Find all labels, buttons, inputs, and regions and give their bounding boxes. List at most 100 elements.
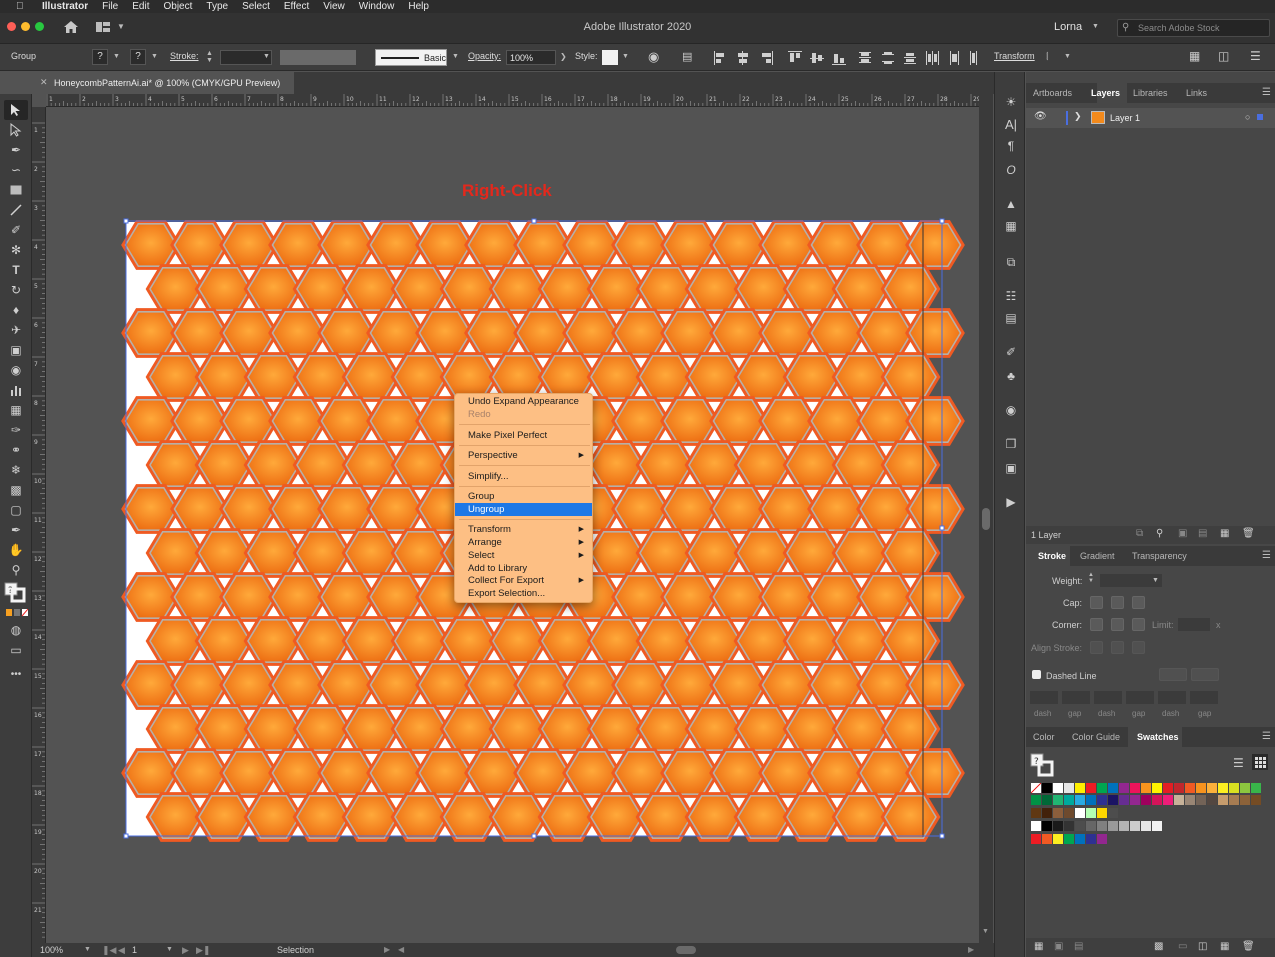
mesh-tool-icon[interactable]: ▦ bbox=[8, 402, 24, 418]
miter-join-button[interactable] bbox=[1090, 618, 1103, 631]
selection-handle-tr[interactable] bbox=[939, 218, 945, 224]
round-cap-button[interactable] bbox=[1111, 596, 1124, 609]
swatch[interactable] bbox=[1053, 783, 1063, 793]
swatch[interactable] bbox=[1108, 808, 1118, 818]
color-themes-panel-icon[interactable]: ◉ bbox=[1003, 402, 1019, 418]
swatch[interactable] bbox=[1031, 783, 1041, 793]
zoom-tool-icon[interactable]: ⚲ bbox=[8, 562, 24, 578]
menu-type[interactable]: Type bbox=[206, 1, 228, 12]
swatch[interactable] bbox=[1031, 821, 1041, 831]
vertical-scroll-thumb[interactable] bbox=[982, 508, 990, 530]
new-color-group-icon[interactable]: ▩ bbox=[1154, 941, 1163, 952]
swatch[interactable] bbox=[1031, 808, 1041, 818]
delete-layer-icon[interactable]: 🗑 bbox=[1242, 528, 1255, 539]
isolate-dropdown-icon[interactable]: ▼ bbox=[1064, 53, 1071, 60]
swatch[interactable] bbox=[1119, 795, 1129, 805]
opacity-input[interactable]: 100% bbox=[506, 50, 556, 65]
weight-stepper[interactable]: ▲ ▼ bbox=[1088, 572, 1094, 584]
swatch[interactable] bbox=[1042, 808, 1052, 818]
variable-width-profile[interactable] bbox=[280, 50, 356, 65]
rotate-tool-icon[interactable]: ↻ bbox=[8, 282, 24, 298]
brush-dropdown-icon[interactable]: ▼ bbox=[452, 53, 459, 60]
swatch[interactable] bbox=[1075, 821, 1085, 831]
swatch[interactable] bbox=[1218, 783, 1228, 793]
swatch[interactable] bbox=[1031, 795, 1041, 805]
artboard-nav-next-icon[interactable]: ▶ bbox=[182, 945, 189, 956]
tab-stroke[interactable]: Stroke bbox=[1038, 551, 1066, 561]
swatch[interactable] bbox=[1240, 783, 1250, 793]
swatch[interactable] bbox=[1240, 795, 1250, 805]
menu-item-select[interactable]: Select ▶ bbox=[455, 549, 592, 562]
free-transform-tool-icon[interactable]: ▣ bbox=[8, 342, 24, 358]
status-arrow-icon[interactable]: ▶ bbox=[384, 945, 390, 954]
swatch[interactable] bbox=[1097, 783, 1107, 793]
swatch[interactable] bbox=[1042, 821, 1052, 831]
menu-item-perspective[interactable]: Perspective ▶ bbox=[455, 449, 592, 462]
new-color-group-folder-icon[interactable]: ▭ bbox=[1178, 941, 1187, 952]
dash-2-input[interactable] bbox=[1094, 691, 1122, 704]
swatch[interactable] bbox=[1141, 783, 1151, 793]
menu-item-make-pixel-perfect[interactable]: Make Pixel Perfect bbox=[455, 429, 592, 442]
gap-3-input[interactable] bbox=[1190, 691, 1218, 704]
swatch[interactable] bbox=[1064, 834, 1074, 844]
swatch[interactable] bbox=[1108, 783, 1118, 793]
projecting-cap-button[interactable] bbox=[1132, 596, 1145, 609]
stock-search-input[interactable]: ⚲ Search Adobe Stock bbox=[1117, 19, 1270, 37]
opacity-label[interactable]: Opacity: bbox=[468, 51, 501, 61]
swatch[interactable] bbox=[1119, 783, 1129, 793]
zoom-level[interactable]: 100% bbox=[40, 945, 63, 955]
swatch-libraries-icon[interactable]: ▦ bbox=[1034, 941, 1043, 952]
dash-1-input[interactable] bbox=[1030, 691, 1058, 704]
artboard-nav-prev-icon[interactable]: ◀ bbox=[118, 945, 125, 956]
menu-item-arrange[interactable]: Arrange ▶ bbox=[455, 536, 592, 549]
menu-edit[interactable]: Edit bbox=[132, 1, 149, 12]
graphic-styles-panel-icon[interactable]: ▦ bbox=[1003, 218, 1019, 234]
panel-layout-icon[interactable]: ◫ bbox=[1218, 49, 1229, 63]
fill-swatch[interactable]: ? bbox=[92, 49, 108, 65]
stroke-weight-dropdown-icon[interactable]: ▼ bbox=[263, 53, 270, 60]
swatch[interactable] bbox=[1152, 783, 1162, 793]
artboard-dropdown-icon[interactable]: ▼ bbox=[166, 946, 173, 953]
menu-item-export-selection[interactable]: Export Selection... bbox=[455, 587, 592, 600]
paintbrush-tool-icon[interactable]: ✐ bbox=[8, 222, 24, 238]
tab-links[interactable]: Links bbox=[1186, 88, 1207, 98]
swatch[interactable] bbox=[1229, 783, 1239, 793]
stroke-swatch[interactable]: ? bbox=[130, 49, 146, 65]
artboard-nav-first-icon[interactable]: ❚◀ bbox=[102, 945, 116, 956]
artboard-nav-last-icon[interactable]: ▶❚ bbox=[196, 945, 210, 956]
swatch[interactable] bbox=[1075, 834, 1085, 844]
swatch[interactable] bbox=[1152, 821, 1162, 831]
limit-input[interactable] bbox=[1178, 618, 1210, 631]
swatch-fill-stroke-widget[interactable]: ? bbox=[1030, 753, 1056, 777]
new-swatch-icon[interactable]: ▦ bbox=[1220, 941, 1229, 952]
tab-gradient[interactable]: Gradient bbox=[1080, 551, 1115, 561]
rectangle-tool-icon[interactable] bbox=[8, 182, 24, 198]
swatch[interactable] bbox=[1064, 808, 1074, 818]
tab-artboards[interactable]: Artboards bbox=[1033, 88, 1072, 98]
align-panel-icon[interactable]: ▤ bbox=[1003, 310, 1019, 326]
swatch[interactable] bbox=[1075, 783, 1085, 793]
tab-swatches[interactable]: Swatches bbox=[1137, 732, 1179, 742]
selection-handle-tc[interactable] bbox=[531, 218, 537, 224]
document-tab[interactable]: ✕ HoneycombPatternAi.ai* @ 100% (CMYK/GP… bbox=[32, 72, 294, 94]
round-join-button[interactable] bbox=[1111, 618, 1124, 631]
menu-select[interactable]: Select bbox=[242, 1, 270, 12]
shape-builder-tool-icon[interactable]: ◉ bbox=[8, 362, 24, 378]
menu-item-simplify[interactable]: Simplify... bbox=[455, 470, 592, 483]
folder-icon[interactable]: ◫ bbox=[1198, 941, 1207, 952]
expand-layer-icon[interactable]: ❯ bbox=[1074, 111, 1082, 122]
type-tool-icon[interactable]: T bbox=[8, 262, 24, 278]
horizontal-scroll-thumb[interactable] bbox=[676, 946, 696, 954]
paragraph-panel-icon[interactable]: ¶ bbox=[1003, 138, 1019, 154]
swatch[interactable] bbox=[1218, 795, 1228, 805]
new-sublayer-icon[interactable]: ▤ bbox=[1198, 528, 1207, 539]
control-bar-menu-icon[interactable]: ☰ bbox=[1250, 49, 1261, 63]
selection-handle-br[interactable] bbox=[939, 833, 945, 839]
opentype-panel-icon[interactable]: O bbox=[1003, 162, 1019, 178]
swatch[interactable] bbox=[1053, 808, 1063, 818]
swatch[interactable] bbox=[1064, 821, 1074, 831]
swatch[interactable] bbox=[1097, 834, 1107, 844]
new-layer-icon[interactable]: ▦ bbox=[1220, 528, 1229, 539]
line-segment-tool-icon[interactable] bbox=[8, 202, 24, 218]
tab-transparency[interactable]: Transparency bbox=[1132, 551, 1187, 561]
